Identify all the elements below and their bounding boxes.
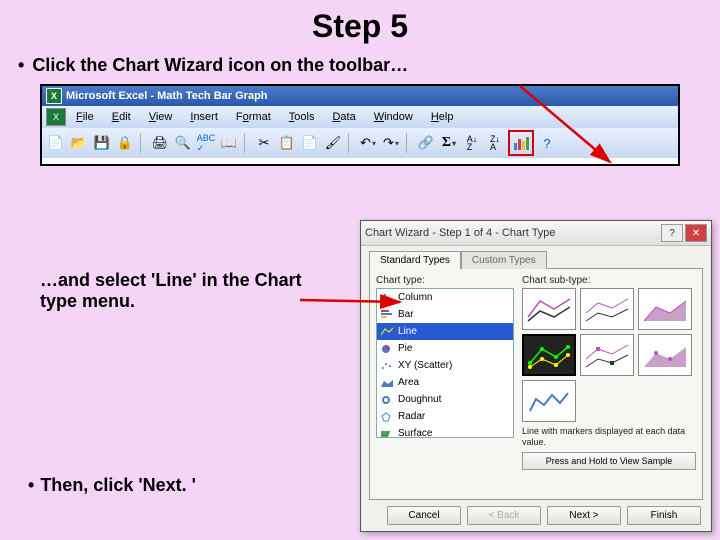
undo-icon[interactable]: ↶▾ <box>358 133 378 153</box>
preview-icon[interactable]: 🔍 <box>173 133 193 153</box>
redo-icon[interactable]: ↷▾ <box>381 133 401 153</box>
area-icon <box>380 377 394 389</box>
press-hold-sample-button[interactable]: Press and Hold to View Sample <box>522 452 696 470</box>
subtype-7[interactable] <box>522 380 576 422</box>
next-button[interactable]: Next > <box>547 506 621 525</box>
chart-type-list[interactable]: Column Bar Line Pie XY (Scatter) Area Do… <box>376 288 514 438</box>
subtype-1[interactable] <box>522 288 576 330</box>
chart-type-radar[interactable]: Radar <box>377 408 513 425</box>
sort-desc-icon[interactable]: Z↓A <box>485 133 505 153</box>
cut-icon[interactable]: ✂ <box>254 133 274 153</box>
excel-toolbar: 📄 📂 💾 🔒 🖨 🔍 ABC✓ 📖 ✂ 📋 📄 🖌 ↶▾ ↷▾ 🔗 Σ▾ A↓… <box>42 128 678 158</box>
help-icon[interactable]: ? <box>537 133 557 153</box>
excel-window: X Microsoft Excel - Math Tech Bar Graph … <box>40 84 680 166</box>
subtype-3[interactable] <box>638 288 692 330</box>
workbook-icon[interactable]: X <box>46 108 66 126</box>
research-icon[interactable]: 📖 <box>219 133 239 153</box>
back-button: < Back <box>467 506 541 525</box>
excel-app-icon: X <box>46 88 62 104</box>
wizard-footer: Cancel < Back Next > Finish <box>361 500 711 525</box>
instruction-1-text: Click the Chart Wizard icon on the toolb… <box>32 55 408 75</box>
excel-menubar: X File Edit View Insert Format Tools Dat… <box>42 106 678 128</box>
cancel-button[interactable]: Cancel <box>387 506 461 525</box>
copy-icon[interactable]: 📋 <box>277 133 297 153</box>
line-icon <box>380 326 394 338</box>
subtype-4-selected[interactable] <box>522 334 576 376</box>
menu-view[interactable]: View <box>141 109 181 125</box>
menu-data[interactable]: Data <box>324 109 363 125</box>
chart-type-column[interactable]: Column <box>377 289 513 306</box>
subtype-6[interactable] <box>638 334 692 376</box>
menu-window[interactable]: Window <box>366 109 421 125</box>
scatter-icon <box>380 360 394 372</box>
pie-icon <box>380 343 394 355</box>
menu-edit[interactable]: Edit <box>104 109 139 125</box>
autosum-icon[interactable]: Σ▾ <box>439 133 459 153</box>
doughnut-icon <box>380 394 394 406</box>
instruction-click-next: •Then, click 'Next. ' <box>28 475 196 496</box>
format-painter-icon[interactable]: 🖌 <box>323 133 343 153</box>
chart-wizard-button[interactable] <box>508 130 534 156</box>
menu-help[interactable]: Help <box>423 109 462 125</box>
finish-button[interactable]: Finish <box>627 506 701 525</box>
instruction-click-wizard: •Click the Chart Wizard icon on the tool… <box>0 45 720 84</box>
excel-titlebar: X Microsoft Excel - Math Tech Bar Graph <box>42 86 678 106</box>
paste-icon[interactable]: 📄 <box>300 133 320 153</box>
bar-icon <box>380 309 394 321</box>
chart-type-area[interactable]: Area <box>377 374 513 391</box>
chart-subtype-label: Chart sub-type: <box>522 275 696 286</box>
wizard-titlebar: Chart Wizard - Step 1 of 4 - Chart Type … <box>361 221 711 246</box>
wizard-tabs: Standard Types Custom Types <box>361 246 711 268</box>
spelling-icon[interactable]: ABC✓ <box>196 133 216 153</box>
chart-type-doughnut[interactable]: Doughnut <box>377 391 513 408</box>
tab-standard-types[interactable]: Standard Types <box>369 251 461 269</box>
bullet-icon: • <box>18 55 32 75</box>
menu-insert[interactable]: Insert <box>182 109 226 125</box>
chart-type-surface[interactable]: Surface <box>377 425 513 438</box>
wizard-body: Chart type: Column Bar Line Pie XY (Scat… <box>369 268 703 500</box>
wizard-close-button[interactable]: ✕ <box>685 224 707 242</box>
instruction-3-text: Then, click 'Next. ' <box>40 475 196 495</box>
subtype-5[interactable] <box>580 334 634 376</box>
chart-wizard-icon <box>513 135 529 151</box>
tab-custom-types[interactable]: Custom Types <box>461 251 547 269</box>
sort-asc-icon[interactable]: A↓Z <box>462 133 482 153</box>
menu-tools[interactable]: Tools <box>281 109 323 125</box>
slide-title: Step 5 <box>0 0 720 45</box>
chart-type-line[interactable]: Line <box>377 323 513 340</box>
wizard-title-text: Chart Wizard - Step 1 of 4 - Chart Type <box>365 227 556 239</box>
permission-icon[interactable]: 🔒 <box>115 133 135 153</box>
new-icon[interactable]: 📄 <box>46 133 66 153</box>
subtype-2[interactable] <box>580 288 634 330</box>
surface-icon <box>380 428 394 439</box>
menu-file[interactable]: File <box>68 109 102 125</box>
chart-wizard-dialog: Chart Wizard - Step 1 of 4 - Chart Type … <box>360 220 712 532</box>
radar-icon <box>380 411 394 423</box>
chart-type-label: Chart type: <box>376 275 514 286</box>
excel-window-title: Microsoft Excel - Math Tech Bar Graph <box>66 90 268 102</box>
column-icon <box>380 292 394 304</box>
bullet-icon: • <box>28 475 40 495</box>
wizard-help-button[interactable]: ? <box>661 224 683 242</box>
instruction-select-line: …and select 'Line' in the Chart type men… <box>40 270 340 312</box>
save-icon[interactable]: 💾 <box>92 133 112 153</box>
chart-subtype-grid <box>522 288 696 422</box>
subtype-description: Line with markers displayed at each data… <box>522 426 696 448</box>
chart-type-bar[interactable]: Bar <box>377 306 513 323</box>
chart-type-xy[interactable]: XY (Scatter) <box>377 357 513 374</box>
chart-type-pie[interactable]: Pie <box>377 340 513 357</box>
print-icon[interactable]: 🖨 <box>150 133 170 153</box>
menu-format[interactable]: Format <box>228 109 279 125</box>
hyperlink-icon[interactable]: 🔗 <box>416 133 436 153</box>
open-icon[interactable]: 📂 <box>69 133 89 153</box>
